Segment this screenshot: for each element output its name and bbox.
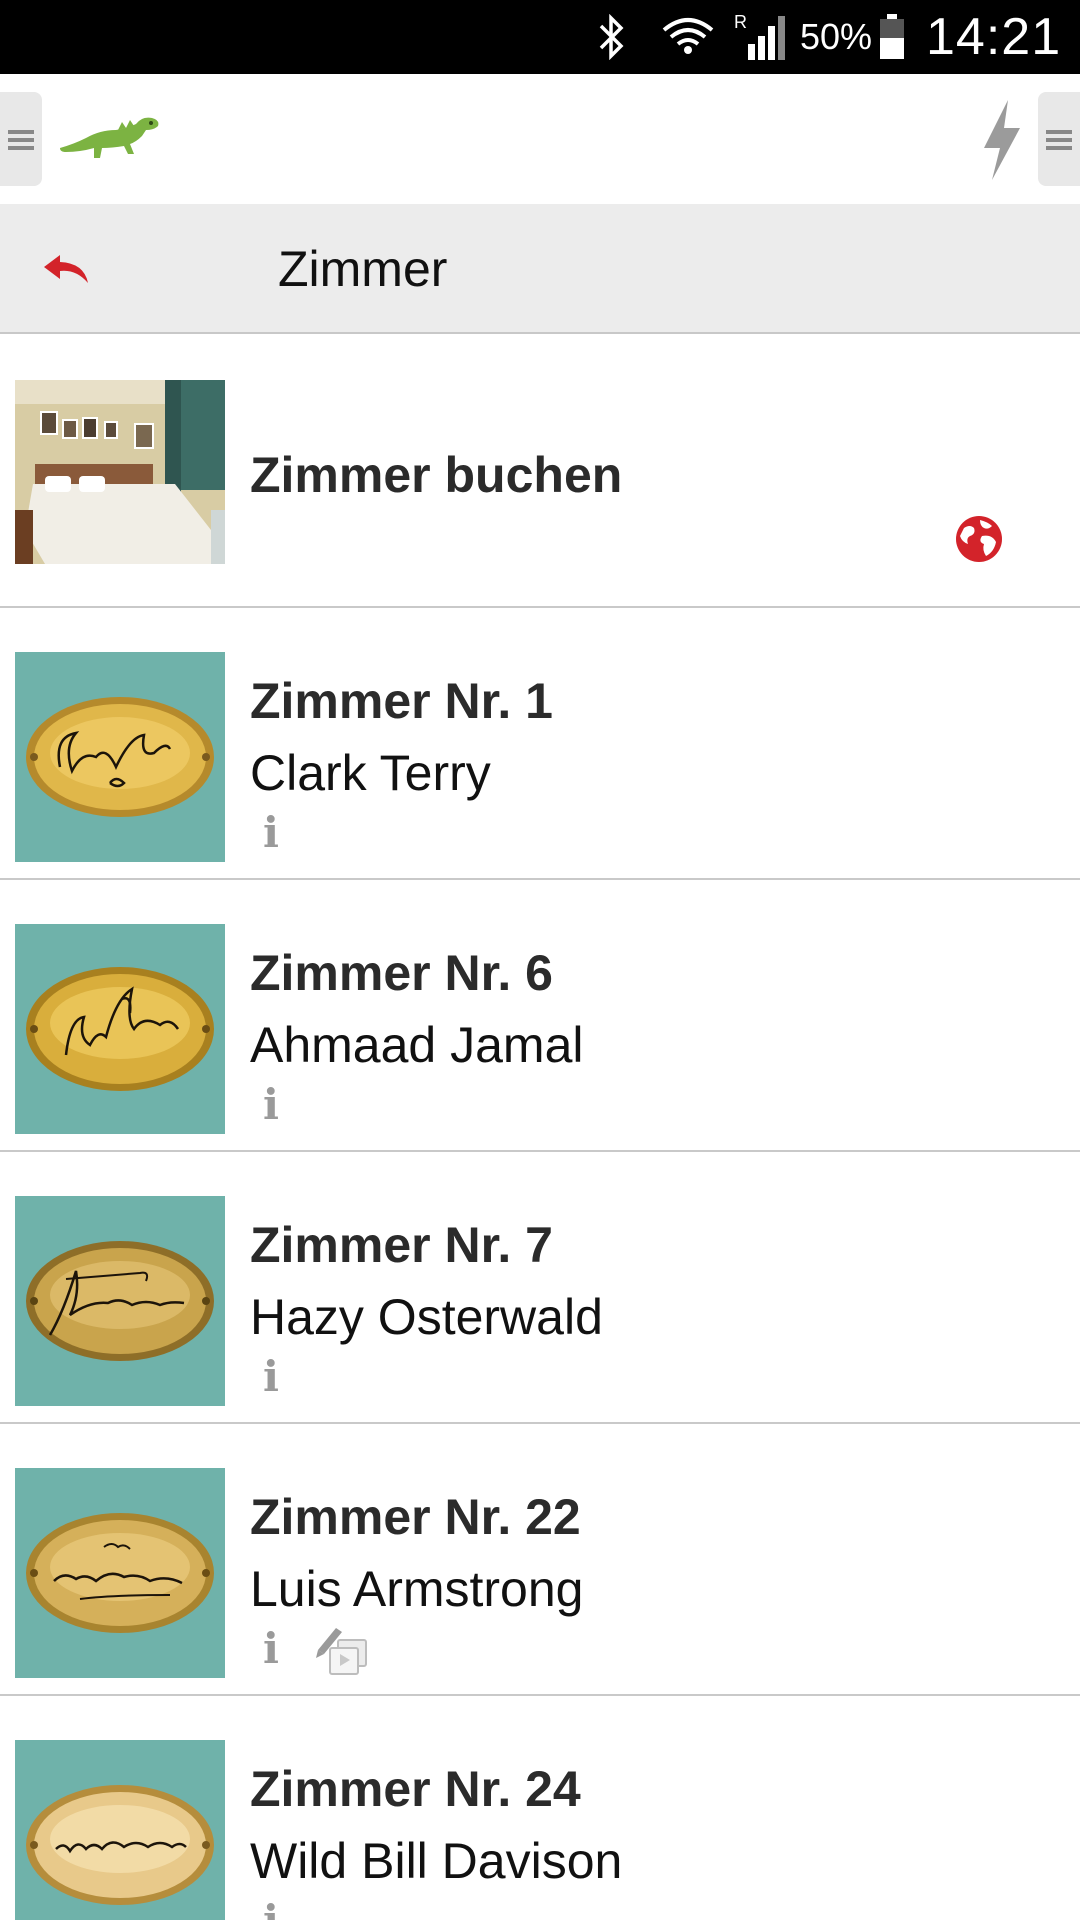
room-number: Zimmer Nr. 24 xyxy=(250,1761,581,1817)
list-item-room[interactable]: Zimmer Nr. 7 Hazy Osterwald i xyxy=(0,1152,1080,1424)
room-artist-name: Hazy Osterwald xyxy=(250,1289,603,1345)
room-actions: i xyxy=(258,1892,284,1920)
left-drawer-handle[interactable] xyxy=(0,92,42,186)
iguana-logo-icon[interactable] xyxy=(56,108,162,168)
room-actions: i xyxy=(258,1348,284,1404)
wifi-icon xyxy=(660,0,716,74)
page-title: Zimmer xyxy=(278,241,448,297)
back-button[interactable] xyxy=(34,240,98,298)
room-artist-name: Clark Terry xyxy=(250,745,491,801)
signal-icon: R xyxy=(730,0,790,74)
room-number: Zimmer Nr. 22 xyxy=(250,1489,581,1545)
status-bar: R 50% 14:21 xyxy=(0,0,1080,74)
room-number: Zimmer Nr. 6 xyxy=(250,945,553,1001)
signature-plaque-image xyxy=(15,1740,225,1920)
list-item-room[interactable]: Zimmer Nr. 6 Ahmaad Jamal i xyxy=(0,880,1080,1152)
room-number: Zimmer Nr. 7 xyxy=(250,1217,553,1273)
room-artist-name: Ahmaad Jamal xyxy=(250,1017,584,1073)
room-actions: i xyxy=(258,1076,284,1132)
battery-percent: 50% xyxy=(800,16,873,57)
list-item-room[interactable]: Zimmer Nr. 24 Wild Bill Davison i xyxy=(0,1696,1080,1920)
room-list: Zimmer buchen Zimmer Nr. 1 Clark Terry i… xyxy=(0,336,1080,1920)
menu-icon xyxy=(8,130,34,150)
info-icon[interactable]: i xyxy=(258,1896,284,1920)
room-actions: i xyxy=(258,1620,370,1676)
clock: 14:21 xyxy=(926,8,1062,66)
signature-plaque-image xyxy=(15,924,225,1134)
edit-media-icon[interactable] xyxy=(314,1620,370,1676)
bedroom-photo xyxy=(15,380,225,564)
bluetooth-icon xyxy=(590,0,634,74)
room-number: Zimmer Nr. 1 xyxy=(250,673,553,729)
app-toolbar xyxy=(0,74,1080,204)
info-icon[interactable]: i xyxy=(258,1080,284,1129)
svg-text:R: R xyxy=(734,12,747,32)
info-icon[interactable]: i xyxy=(258,808,284,857)
booking-title: Zimmer buchen xyxy=(250,447,623,503)
list-item-room[interactable]: Zimmer Nr. 1 Clark Terry i xyxy=(0,608,1080,880)
list-item-booking[interactable]: Zimmer buchen xyxy=(0,336,1080,608)
globe-icon[interactable] xyxy=(954,514,1004,564)
battery-icon xyxy=(876,0,908,74)
header-bar: Zimmer xyxy=(0,204,1080,334)
signature-plaque-image xyxy=(15,1196,225,1406)
menu-icon xyxy=(1046,130,1072,150)
signature-plaque-image xyxy=(15,652,225,862)
signature-plaque-image xyxy=(15,1468,225,1678)
room-artist-name: Wild Bill Davison xyxy=(250,1833,623,1889)
right-drawer-handle[interactable] xyxy=(1038,92,1080,186)
back-arrow-icon xyxy=(44,255,88,283)
room-artist-name: Luis Armstrong xyxy=(250,1561,584,1617)
info-icon[interactable]: i xyxy=(258,1624,284,1673)
info-icon[interactable]: i xyxy=(258,1352,284,1401)
list-item-room[interactable]: Zimmer Nr. 22 Luis Armstrong i xyxy=(0,1424,1080,1696)
room-actions: i xyxy=(258,804,284,860)
flash-icon[interactable] xyxy=(978,98,1026,182)
